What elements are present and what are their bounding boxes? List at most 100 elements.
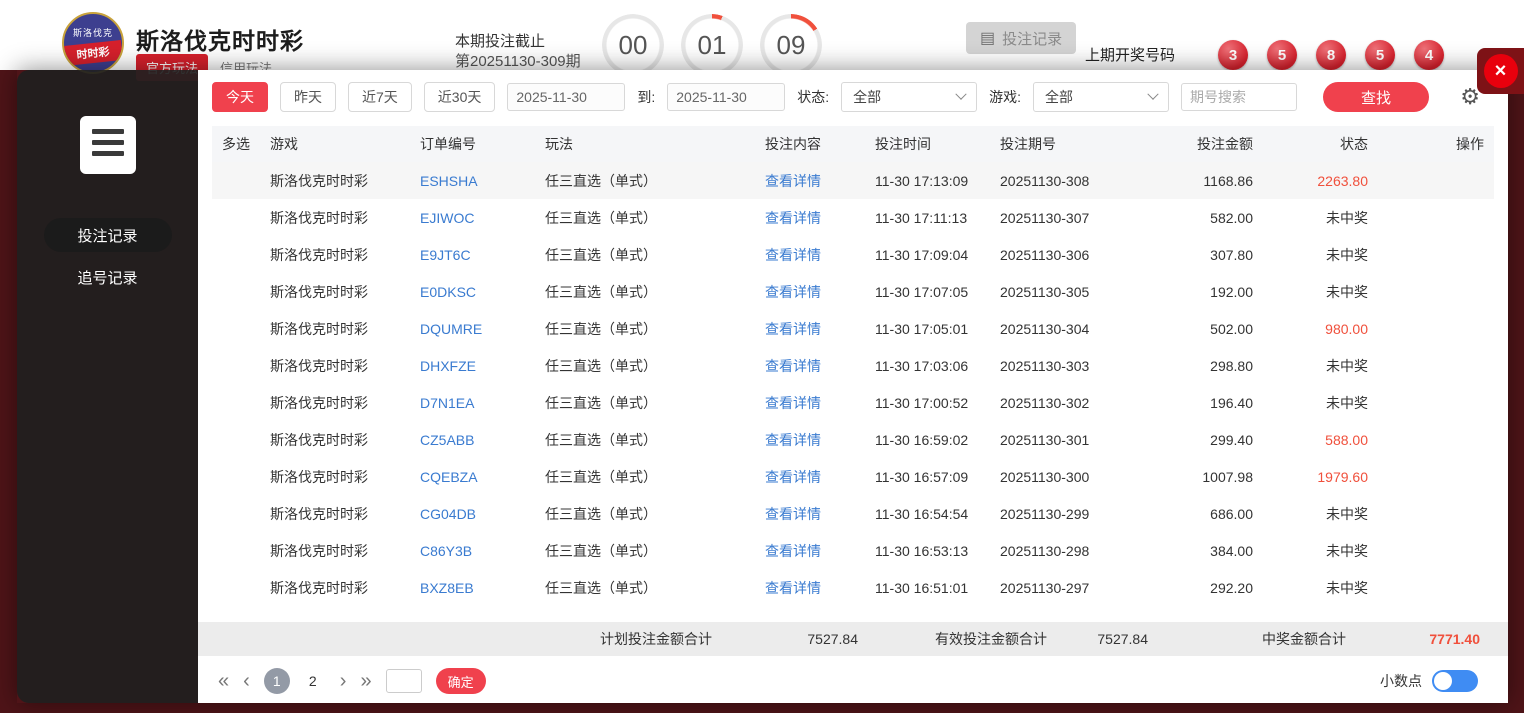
order-id-link[interactable]: CQEBZA: [410, 458, 535, 495]
quick-filter-button[interactable]: 昨天: [280, 82, 336, 112]
prev-page-button[interactable]: ‹: [243, 668, 250, 694]
page-number-button[interactable]: 2: [300, 668, 326, 694]
records-icon: [79, 116, 136, 174]
view-details-link[interactable]: 查看详情: [755, 458, 865, 495]
close-button[interactable]: ×: [1477, 48, 1524, 94]
game-name: 斯洛伐克时时彩: [270, 357, 368, 374]
win-total-label: 中奖金额合计: [1262, 631, 1346, 647]
decimal-toggle[interactable]: [1432, 670, 1478, 692]
site-logo: 斯洛伐克 时时彩: [62, 12, 124, 74]
view-details-link[interactable]: 查看详情: [755, 310, 865, 347]
column-header: 投注金额: [1120, 126, 1263, 162]
quick-filter-button[interactable]: 今天: [212, 82, 268, 112]
order-id-link[interactable]: DQUMRE: [410, 310, 535, 347]
row-select-cell[interactable]: [212, 310, 260, 347]
column-header: 操作: [1378, 126, 1494, 162]
game-select[interactable]: 全部: [1033, 82, 1170, 112]
column-header: 多选: [212, 126, 260, 162]
bet-period: 20251130-308: [1000, 172, 1090, 189]
bet-records-header-button[interactable]: ▤ 投注记录: [966, 22, 1077, 54]
row-select-cell[interactable]: [212, 347, 260, 384]
view-details-link[interactable]: 查看详情: [755, 384, 865, 421]
bet-amount: 1007.98: [1202, 468, 1253, 485]
page-title: 斯洛伐克时时彩: [136, 28, 304, 54]
order-id-link[interactable]: CG04DB: [410, 495, 535, 532]
bet-period: 20251130-305: [1000, 283, 1090, 300]
search-button[interactable]: 查找: [1323, 82, 1430, 112]
quick-filter-button[interactable]: 近7天: [348, 82, 412, 112]
period-search-input[interactable]: [1181, 83, 1298, 111]
view-details-link[interactable]: 查看详情: [755, 532, 865, 569]
toggle-knob: [1434, 672, 1452, 690]
sidebar-item-bet-records[interactable]: 投注记录: [43, 218, 172, 252]
view-details-link[interactable]: 查看详情: [755, 162, 865, 199]
bet-amount: 196.40: [1210, 394, 1253, 411]
actions-cell: [1378, 236, 1494, 273]
row-select-cell[interactable]: [212, 273, 260, 310]
row-select-cell[interactable]: [212, 421, 260, 458]
status-label: 状态:: [797, 89, 830, 105]
bet-amount: 1168.86: [1203, 172, 1253, 189]
last-page-button[interactable]: »: [360, 668, 371, 694]
row-select-cell[interactable]: [212, 384, 260, 421]
game-name: 斯洛伐克时时彩: [270, 505, 368, 522]
row-select-cell[interactable]: [212, 569, 260, 606]
countdown-digit: 01: [681, 14, 743, 76]
page-number-button[interactable]: 1: [263, 668, 290, 694]
date-from-input[interactable]: [507, 83, 626, 111]
decimal-label: 小数点: [1380, 673, 1422, 689]
actions-cell: [1378, 458, 1494, 495]
row-select-cell[interactable]: [212, 458, 260, 495]
actions-cell: [1378, 384, 1494, 421]
draw-number-ball: 5: [1365, 40, 1395, 70]
table-row: 斯洛伐克时时彩 E0DKSC 任三直选（单式） 查看详情 11-30 17:07:05 2…: [212, 273, 1494, 310]
first-page-button[interactable]: «: [218, 668, 229, 694]
bet-period: 20251130-301: [1000, 431, 1090, 448]
bet-period: 20251130-298: [1000, 542, 1090, 559]
status-value: 未中奖: [1326, 283, 1368, 300]
actions-cell: [1378, 310, 1494, 347]
row-select-cell[interactable]: [212, 199, 260, 236]
quick-filter-button[interactable]: 近30天: [423, 82, 496, 112]
bet-period: 20251130-306: [1000, 246, 1090, 263]
row-select-cell[interactable]: [212, 236, 260, 273]
view-details-link[interactable]: 查看详情: [755, 273, 865, 310]
play-type: 任三直选（单式）: [545, 283, 657, 300]
status-value: 1979.60: [1317, 468, 1368, 485]
bet-period: 20251130-300: [1000, 468, 1090, 485]
page-jump-input[interactable]: [385, 669, 422, 693]
view-details-link[interactable]: 查看详情: [755, 569, 865, 606]
order-id-link[interactable]: ESHSHA: [410, 162, 535, 199]
row-select-cell[interactable]: [212, 162, 260, 199]
table-row: 斯洛伐克时时彩 EJIWOC 任三直选（单式） 查看详情 11-30 17:11:13 2…: [212, 199, 1494, 236]
order-id-link[interactable]: D7N1EA: [410, 384, 535, 421]
order-id-link[interactable]: E9JT6C: [410, 236, 535, 273]
bet-time: 11-30 17:11:13: [875, 209, 968, 226]
order-id-link[interactable]: C86Y3B: [410, 532, 535, 569]
row-select-cell[interactable]: [212, 495, 260, 532]
confirm-page-button[interactable]: 确定: [435, 668, 486, 694]
order-id-link[interactable]: DHXFZE: [410, 347, 535, 384]
view-details-link[interactable]: 查看详情: [755, 199, 865, 236]
sidebar-item-chase-records[interactable]: 追号记录: [44, 260, 172, 294]
bet-period: 20251130-299: [1000, 505, 1090, 522]
bet-amount: 502.00: [1210, 320, 1253, 337]
draw-number-ball: 4: [1414, 40, 1444, 70]
status-select[interactable]: 全部: [841, 82, 978, 112]
order-id-link[interactable]: EJIWOC: [410, 199, 535, 236]
play-type: 任三直选（单式）: [545, 209, 657, 226]
column-header: 状态: [1263, 126, 1378, 162]
row-select-cell[interactable]: [212, 532, 260, 569]
date-to-input[interactable]: [667, 83, 786, 111]
next-page-button[interactable]: ›: [340, 668, 347, 694]
view-details-link[interactable]: 查看详情: [755, 236, 865, 273]
pagination-bar: « ‹ 12 › » 确定 小数点: [212, 668, 1494, 694]
order-id-link[interactable]: BXZ8EB: [410, 569, 535, 606]
order-id-link[interactable]: CZ5ABB: [410, 421, 535, 458]
order-id-link[interactable]: E0DKSC: [410, 273, 535, 310]
view-details-link[interactable]: 查看详情: [755, 421, 865, 458]
view-details-link[interactable]: 查看详情: [755, 347, 865, 384]
chevron-down-icon: [1147, 88, 1159, 100]
chevron-down-icon: [955, 88, 967, 100]
view-details-link[interactable]: 查看详情: [755, 495, 865, 532]
